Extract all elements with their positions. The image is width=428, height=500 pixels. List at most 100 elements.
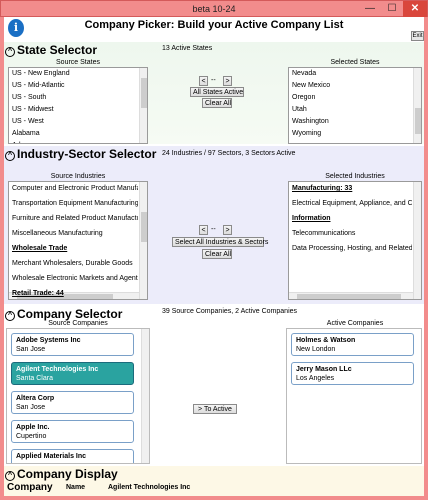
active-companies-list[interactable]: Holmes & Watson New London Jerry Mason LLc…	[286, 328, 422, 464]
company-card[interactable]: Holmes & Watson New London	[291, 333, 414, 356]
industry-selector-section: ^ Industry-Sector Selector 24 Industries …	[4, 146, 424, 304]
company-sub-label: Company	[7, 482, 53, 493]
list-item[interactable]: Washington	[289, 116, 412, 128]
list-item[interactable]: Nevada	[289, 68, 412, 80]
close-button[interactable]: ✕	[403, 1, 427, 17]
company-name: Holmes & Watson	[296, 337, 356, 344]
source-states-label: Source States	[56, 59, 100, 66]
name-label: Name	[66, 484, 86, 491]
list-item[interactable]: Transportation Equipment Manufacturing	[9, 198, 138, 210]
exit-button[interactable]: Exit	[411, 31, 424, 41]
move-left-button[interactable]: <	[199, 225, 208, 235]
industries-status: 24 Industries / 97 Sectors, 3 Sectors Ac…	[162, 150, 296, 157]
source-companies-label: Source Companies	[48, 320, 108, 327]
company-card[interactable]: Apple Inc. Cupertino	[11, 420, 134, 443]
list-item[interactable]: US - Mid-Atlantic	[9, 80, 138, 92]
company-card[interactable]: Adobe Systems Inc San Jose	[11, 333, 134, 356]
list-item[interactable]: Wholesale Electronic Markets and Agents	[9, 273, 138, 285]
selected-states-label: Selected States	[330, 59, 380, 66]
selected-states-list[interactable]: Nevada New Mexico Oregon Utah Washington Wyom…	[288, 67, 422, 144]
company-card[interactable]: Applied Materials Inc	[11, 449, 134, 463]
list-item[interactable]: Miscellaneous Manufacturing	[9, 228, 138, 240]
company-city: Los Angeles	[296, 375, 335, 382]
company-name: Altera Corp	[16, 395, 55, 402]
company-display-header[interactable]: ^ Company Display	[5, 467, 118, 481]
to-active-button[interactable]: > To Active	[193, 404, 237, 414]
source-industries-label: Source Industries	[50, 173, 106, 180]
clear-all-industries-button[interactable]: Clear All	[202, 249, 232, 259]
company-display-title: Company Display	[17, 467, 118, 481]
company-city: San Jose	[16, 404, 46, 411]
horizontal-scrollbar[interactable]	[289, 292, 413, 299]
scrollbar[interactable]	[139, 182, 147, 299]
company-card[interactable]: Jerry Mason LLc Los Angeles	[291, 362, 414, 385]
minimize-button[interactable]: —	[359, 1, 381, 17]
move-right-button[interactable]: >	[223, 225, 232, 235]
industry-selector-header[interactable]: ^ Industry-Sector Selector	[5, 147, 156, 161]
company-selector-title: Company Selector	[17, 307, 123, 321]
selected-industries-label: Selected Industries	[325, 173, 385, 180]
button-separator: --	[211, 77, 216, 84]
list-item[interactable]: Telecommunications	[289, 228, 412, 240]
states-status: 13 Active States	[162, 45, 213, 52]
list-item[interactable]: Oregon	[289, 92, 412, 104]
list-item[interactable]: Data Processing, Hosting, and Related Se…	[289, 243, 412, 255]
list-item[interactable]: Furniture and Related Product Manufactur…	[9, 213, 138, 225]
list-item[interactable]: New Mexico	[289, 80, 412, 92]
scrollbar[interactable]	[413, 68, 421, 143]
list-item[interactable]: Wyoming	[289, 128, 412, 140]
chevron-up-icon[interactable]: ^	[5, 47, 15, 57]
company-card[interactable]: Agilent Technologies Inc Santa Clara	[11, 362, 134, 385]
company-card[interactable]: Altera Corp San Jose	[11, 391, 134, 414]
list-item[interactable]: US - South	[9, 92, 138, 104]
source-states-list[interactable]: US - New England US - Mid-Atlantic US - So…	[8, 67, 148, 144]
company-name: Agilent Technologies Inc	[16, 366, 99, 373]
move-right-button[interactable]: >	[223, 76, 232, 86]
list-item[interactable]: US - Midwest	[9, 104, 138, 116]
scrollbar[interactable]	[141, 329, 149, 463]
list-group-header[interactable]: Retail Trade: 44	[9, 288, 138, 299]
app-window: i Company Picker: Build your Active Comp…	[0, 17, 428, 500]
industry-selector-title: Industry-Sector Selector	[17, 147, 157, 161]
list-group-header[interactable]: Information	[289, 213, 412, 225]
list-group-header[interactable]: Manufacturing: 33	[289, 183, 412, 195]
window-title-bar: beta 10-24 — ☐ ✕	[0, 0, 428, 17]
company-name: Adobe Systems Inc	[16, 337, 81, 344]
list-item[interactable]: Arkansas	[9, 140, 138, 143]
scrollbar[interactable]	[413, 182, 421, 299]
company-city: Santa Clara	[16, 375, 53, 382]
list-group-header[interactable]: Wholesale Trade	[9, 243, 138, 255]
company-name: Apple Inc.	[16, 424, 50, 431]
selected-industries-list[interactable]: Manufacturing: 33 Electrical Equipment, A…	[288, 181, 422, 300]
maximize-button[interactable]: ☐	[381, 1, 403, 17]
company-selector-section: ^ Company Selector 39 Source Companies, 2…	[4, 306, 424, 464]
list-item[interactable]: Utah	[289, 104, 412, 116]
company-display-section: ^ Company Display Company Name Agilent Te…	[4, 466, 424, 496]
clear-all-states-button[interactable]: Clear All	[202, 98, 232, 108]
chevron-up-icon[interactable]: ^	[5, 151, 15, 161]
list-item[interactable]: US - West	[9, 116, 138, 128]
list-item[interactable]: Alabama	[9, 128, 138, 140]
move-left-button[interactable]: <	[199, 76, 208, 86]
button-separator: --	[211, 226, 216, 233]
all-states-active-button[interactable]: All States Active	[190, 87, 244, 97]
company-city: San Jose	[16, 346, 46, 353]
companies-status: 39 Source Companies, 2 Active Companies	[162, 308, 298, 315]
scrollbar[interactable]	[139, 68, 147, 143]
company-selector-header[interactable]: ^ Company Selector	[5, 307, 122, 321]
company-city: Cupertino	[16, 433, 47, 440]
select-all-industries-button[interactable]: Select All Industries & Sectors	[172, 237, 268, 247]
chevron-up-icon[interactable]: ^	[5, 471, 15, 481]
company-name: Jerry Mason LLc	[296, 366, 352, 373]
source-companies-list[interactable]: Adobe Systems Inc San Jose Agilent Technol…	[6, 328, 150, 464]
company-name: Applied Materials Inc	[16, 453, 87, 460]
state-selector-header[interactable]: ^ State Selector	[5, 43, 97, 57]
name-value: Agilent Technologies Inc	[108, 484, 191, 491]
source-industries-list[interactable]: Computer and Electronic Product Manufact…	[8, 181, 148, 300]
list-item[interactable]: Electrical Equipment, Appliance, and Com…	[289, 198, 412, 210]
list-item[interactable]: US - New England	[9, 68, 138, 80]
list-item[interactable]: Merchant Wholesalers, Durable Goods	[9, 258, 138, 270]
company-city: New London	[296, 346, 336, 353]
page-title: Company Picker: Build your Active Compan…	[84, 19, 344, 31]
list-item[interactable]: Computer and Electronic Product Manufact…	[9, 183, 138, 195]
